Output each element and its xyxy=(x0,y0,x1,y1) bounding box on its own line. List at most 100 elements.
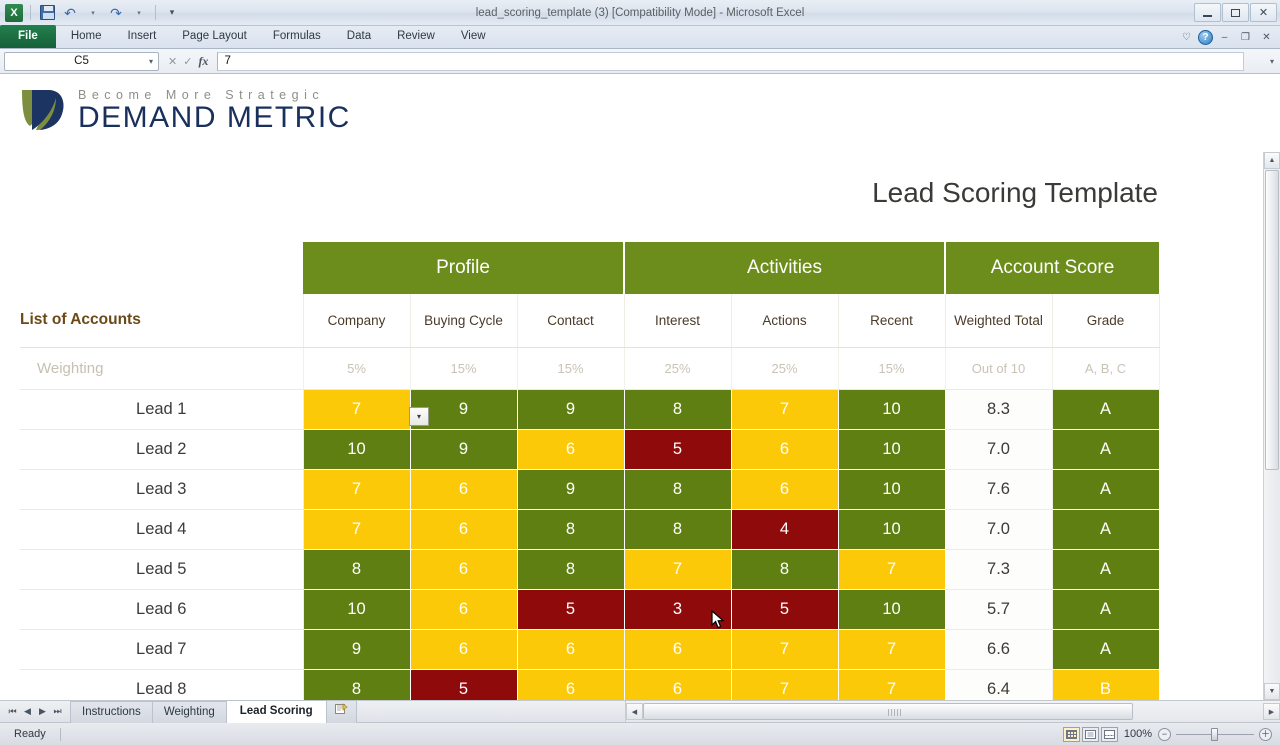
undo-icon[interactable]: ↶ xyxy=(60,3,80,23)
table-row[interactable]: Lead 2 10 9 6 5 6 10 7.0 A xyxy=(20,428,1160,470)
normal-view-icon[interactable] xyxy=(1062,726,1080,742)
score-cell[interactable]: 10 xyxy=(837,468,946,510)
redo-icon[interactable]: ↷ xyxy=(106,3,126,23)
score-cell[interactable]: 6 xyxy=(623,668,732,700)
scroll-down-icon[interactable]: ▼ xyxy=(1264,683,1280,700)
tab-home[interactable]: Home xyxy=(58,25,115,48)
score-cell[interactable]: 7 xyxy=(302,468,411,510)
chevron-down-icon[interactable]: ▾ xyxy=(149,57,153,66)
table-row[interactable]: Lead 4 7 6 8 8 4 10 7.0 A xyxy=(20,508,1160,550)
score-cell[interactable]: 6 xyxy=(409,588,518,630)
vertical-scroll-thumb[interactable] xyxy=(1265,170,1279,470)
sheet-tab-weighting[interactable]: Weighting xyxy=(151,700,227,723)
grade-cell[interactable]: A xyxy=(1051,508,1160,550)
close-button[interactable]: ✕ xyxy=(1250,3,1277,22)
lead-name-cell[interactable]: Lead 7 xyxy=(20,629,304,670)
score-cell[interactable]: 6 xyxy=(409,468,518,510)
weighted-total-cell[interactable]: 8.3 xyxy=(944,389,1053,430)
lead-name-cell[interactable]: Lead 5 xyxy=(20,549,304,590)
score-cell[interactable]: 8 xyxy=(516,548,625,590)
horizontal-scroll-thumb[interactable] xyxy=(643,703,1133,720)
tab-review[interactable]: Review xyxy=(384,25,448,48)
score-cell[interactable]: 6 xyxy=(409,628,518,670)
score-cell[interactable]: 5 xyxy=(623,428,732,470)
help-icon[interactable]: ? xyxy=(1198,30,1213,45)
score-cell[interactable]: 7 xyxy=(730,628,839,670)
data-validation-dropdown-icon[interactable]: ▾ xyxy=(409,407,429,426)
weighted-total-cell[interactable]: 5.7 xyxy=(944,589,1053,630)
score-cell[interactable]: 8 xyxy=(516,508,625,550)
zoom-slider[interactable]: − ＋ xyxy=(1158,727,1272,741)
grade-cell[interactable]: A xyxy=(1051,628,1160,670)
lead-name-cell[interactable]: Lead 3 xyxy=(20,469,304,510)
score-cell[interactable]: 9 xyxy=(302,628,411,670)
score-cell[interactable]: 6 xyxy=(516,628,625,670)
expand-formula-bar-icon[interactable]: ▾ xyxy=(1264,57,1280,66)
table-row[interactable]: Lead 3 7 6 9 8 6 10 7.6 A xyxy=(20,468,1160,510)
lead-name-cell[interactable]: Lead 8 xyxy=(20,669,304,700)
redo-dropdown-icon[interactable]: ▾ xyxy=(129,3,149,23)
score-cell[interactable]: 7 xyxy=(730,388,839,430)
score-cell[interactable]: 5 xyxy=(516,588,625,630)
close-workbook-icon[interactable]: ✕ xyxy=(1257,29,1276,46)
table-row[interactable]: Lead 8 8 5 6 6 7 7 6.4 B xyxy=(20,668,1160,700)
grade-cell[interactable]: A xyxy=(1051,428,1160,470)
score-cell[interactable]: 7 xyxy=(837,668,946,700)
weighted-total-cell[interactable]: 6.6 xyxy=(944,629,1053,670)
last-sheet-icon[interactable]: ⏭ xyxy=(51,706,64,717)
undo-dropdown-icon[interactable]: ▾ xyxy=(83,3,103,23)
scroll-left-icon[interactable]: ◀ xyxy=(626,703,643,720)
minimize-ribbon-icon[interactable]: – xyxy=(1215,29,1234,46)
score-cell[interactable]: 6 xyxy=(409,548,518,590)
save-icon[interactable] xyxy=(37,3,57,23)
insert-function-icon[interactable]: fx xyxy=(198,54,208,69)
score-cell[interactable]: 7 xyxy=(837,628,946,670)
lead-name-cell[interactable]: Lead 4 xyxy=(20,509,304,550)
horizontal-scrollbar[interactable]: ◀ ▶ xyxy=(625,701,1280,722)
sheet-tab-instructions[interactable]: Instructions xyxy=(70,700,153,723)
weighted-total-cell[interactable]: 6.4 xyxy=(944,669,1053,700)
cancel-formula-icon[interactable]: ✕ xyxy=(168,55,177,68)
zoom-track[interactable] xyxy=(1176,727,1254,741)
horizontal-scroll-track[interactable] xyxy=(643,703,1263,720)
zoom-out-icon[interactable]: − xyxy=(1158,727,1171,741)
score-cell[interactable]: 10 xyxy=(837,508,946,550)
tab-view[interactable]: View xyxy=(448,25,499,48)
scroll-up-icon[interactable]: ▲ xyxy=(1264,152,1280,169)
weighted-total-cell[interactable]: 7.0 xyxy=(944,429,1053,470)
score-cell[interactable]: 7 xyxy=(623,548,732,590)
table-row[interactable]: Lead 1 7 9 9 8 7 10 8.3 A xyxy=(20,388,1160,430)
grade-cell[interactable]: A xyxy=(1051,388,1160,430)
score-cell[interactable]: 5 xyxy=(730,588,839,630)
score-cell[interactable]: 7 xyxy=(837,548,946,590)
lead-name-cell[interactable]: Lead 6 xyxy=(20,589,304,630)
customize-quick-access-icon[interactable]: ▾ xyxy=(162,3,182,23)
formula-input[interactable]: 7 xyxy=(217,51,1244,71)
lead-name-cell[interactable]: Lead 1 xyxy=(20,389,304,430)
score-cell[interactable]: 9 xyxy=(516,468,625,510)
grade-cell[interactable]: A xyxy=(1051,588,1160,630)
score-cell[interactable]: 6 xyxy=(516,668,625,700)
score-cell[interactable]: 6 xyxy=(730,468,839,510)
score-cell[interactable]: 10 xyxy=(302,588,411,630)
score-cell[interactable]: 8 xyxy=(623,468,732,510)
score-cell[interactable]: 10 xyxy=(837,588,946,630)
next-sheet-icon[interactable]: ▶ xyxy=(36,706,49,717)
zoom-thumb[interactable] xyxy=(1211,727,1218,741)
weighted-total-cell[interactable]: 7.6 xyxy=(944,469,1053,510)
table-row[interactable]: Lead 7 9 6 6 6 7 7 6.6 A xyxy=(20,628,1160,670)
score-cell[interactable]: 10 xyxy=(837,428,946,470)
score-cell[interactable]: 9 xyxy=(409,428,518,470)
page-break-view-icon[interactable] xyxy=(1100,726,1118,742)
grade-cell[interactable]: A xyxy=(1051,548,1160,590)
score-cell[interactable]: 7 xyxy=(302,508,411,550)
tab-file[interactable]: File xyxy=(0,25,56,48)
score-cell[interactable]: 10 xyxy=(302,428,411,470)
score-cell[interactable]: 10 xyxy=(837,388,946,430)
score-cell[interactable]: 6 xyxy=(409,508,518,550)
scroll-right-icon[interactable]: ▶ xyxy=(1263,703,1280,720)
score-cell[interactable]: 8 xyxy=(302,668,411,700)
score-cell[interactable]: 6 xyxy=(623,628,732,670)
minimize-button[interactable] xyxy=(1194,3,1221,22)
score-cell[interactable]: 8 xyxy=(302,548,411,590)
